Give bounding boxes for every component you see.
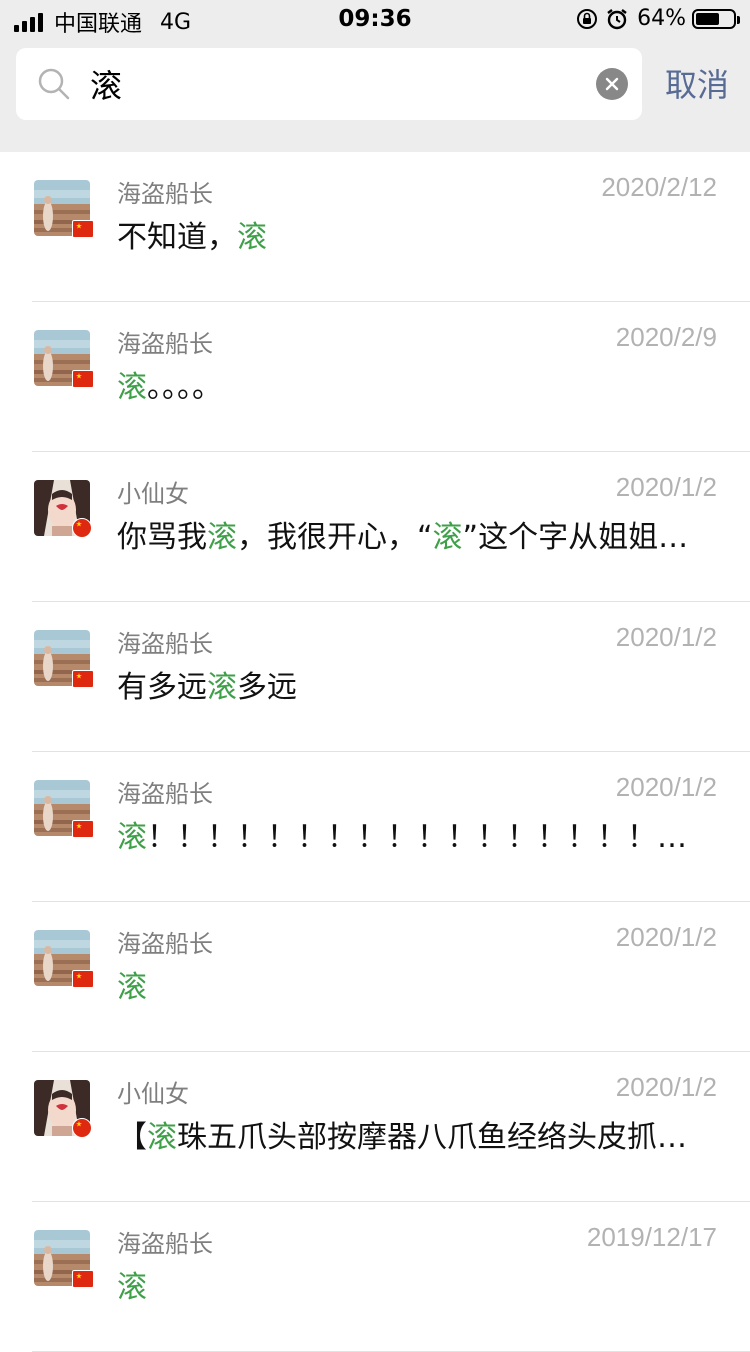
flag-badge-icon xyxy=(72,220,94,238)
search-icon xyxy=(38,68,70,100)
message-date: 2020/1/2 xyxy=(615,622,717,652)
sender-name: 海盗船长 xyxy=(117,630,213,658)
message-snippet: 有多远滚多远 xyxy=(117,662,707,706)
sender-name: 海盗船长 xyxy=(117,180,213,208)
flag-badge-icon xyxy=(72,670,94,688)
list-item[interactable]: 小仙女 2020/1/2 你骂我滚，我很开心，“滚”这个字从姐姐… xyxy=(0,452,750,602)
flag-badge-icon xyxy=(72,820,94,838)
alarm-icon xyxy=(607,8,627,29)
snippet-text: 不知道， xyxy=(117,220,237,255)
sender-name: 海盗船长 xyxy=(117,780,213,808)
message-snippet: 不知道，滚 xyxy=(117,212,707,256)
snippet-text: 有多远 xyxy=(117,670,207,705)
message-snippet: 【滚珠五爪头部按摩器八爪鱼经络头皮抓… xyxy=(117,1112,707,1156)
keyword-highlight: 滚 xyxy=(117,970,147,1005)
keyword-highlight: 滚 xyxy=(117,370,147,405)
flag-badge-icon xyxy=(72,1118,92,1138)
list-item[interactable]: 海盗船长 2020/2/9 滚。。。。 xyxy=(0,302,750,452)
message-snippet: 你骂我滚，我很开心，“滚”这个字从姐姐… xyxy=(117,512,707,556)
snippet-text: 【 xyxy=(117,1120,147,1155)
orientation-lock-icon xyxy=(577,8,598,29)
search-header: 中国联通 4G 09:36 64% 滚 取消 xyxy=(0,0,750,152)
message-date: 2019/12/17 xyxy=(586,1222,717,1252)
flag-badge-icon xyxy=(72,970,94,988)
list-item[interactable]: 小仙女 2020/1/2 【滚珠五爪头部按摩器八爪鱼经络头皮抓… xyxy=(0,1052,750,1202)
message-snippet: 滚 xyxy=(117,962,707,1006)
snippet-text: 。。。。 xyxy=(147,370,222,405)
message-date: 2020/1/2 xyxy=(615,1072,717,1102)
message-date: 2020/1/2 xyxy=(615,922,717,952)
snippet-text: 多远 xyxy=(237,670,297,705)
close-icon xyxy=(605,77,619,91)
snippet-text: ！！！！！！！！！！！！！！！！！… xyxy=(147,820,687,855)
search-input[interactable] xyxy=(90,60,590,108)
keyword-highlight: 滚 xyxy=(237,220,267,255)
list-item[interactable]: 海盗船长 2020/2/12 不知道，滚 xyxy=(0,152,750,302)
sender-name: 海盗船长 xyxy=(117,330,213,358)
list-item[interactable]: 海盗船长 2019/12/17 滚 xyxy=(0,1202,750,1352)
flag-badge-icon xyxy=(72,1270,94,1288)
keyword-highlight: 滚 xyxy=(147,1120,177,1155)
snippet-text: 你骂我 xyxy=(117,520,207,555)
list-item[interactable]: 海盗船长 2020/1/2 有多远滚多远 xyxy=(0,602,750,752)
message-date: 2020/2/9 xyxy=(615,322,717,352)
keyword-highlight: 滚 xyxy=(207,670,237,705)
snippet-text: ，我很开心，“ xyxy=(237,520,433,555)
keyword-highlight: 滚 xyxy=(117,820,147,855)
battery-icon xyxy=(692,8,740,29)
message-date: 2020/1/2 xyxy=(615,772,717,802)
message-snippet: 滚！！！！！！！！！！！！！！！！！… xyxy=(117,812,707,856)
keyword-highlight: 滚 xyxy=(117,1270,147,1305)
clear-search-button[interactable] xyxy=(596,68,628,100)
message-date: 2020/1/2 xyxy=(615,472,717,502)
battery-percent: 64% xyxy=(637,6,686,31)
search-bar[interactable] xyxy=(16,48,642,120)
flag-badge-icon xyxy=(72,518,92,538)
snippet-text: ”这个字从姐姐… xyxy=(462,520,689,555)
list-item[interactable]: 海盗船长 2020/1/2 滚！！！！！！！！！！！！！！！！！… xyxy=(0,752,750,902)
cancel-button[interactable]: 取消 xyxy=(665,60,729,106)
message-date: 2020/2/12 xyxy=(601,172,717,202)
search-results-list: 海盗船长 2020/2/12 不知道，滚 海盗船长 2020/2/9 滚。。。。 小仙女 20… xyxy=(0,152,750,1352)
sender-name: 海盗船长 xyxy=(117,1230,213,1258)
snippet-text: 珠五爪头部按摩器八爪鱼经络头皮抓… xyxy=(177,1120,687,1155)
status-bar: 中国联通 4G 09:36 64% xyxy=(0,0,750,40)
list-item[interactable]: 海盗船长 2020/1/2 滚 xyxy=(0,902,750,1052)
sender-name: 小仙女 xyxy=(117,480,189,508)
keyword-highlight: 滚 xyxy=(207,520,237,555)
flag-badge-icon xyxy=(72,370,94,388)
sender-name: 小仙女 xyxy=(117,1080,189,1108)
keyword-highlight: 滚 xyxy=(432,520,463,555)
message-snippet: 滚。。。。 xyxy=(117,362,707,406)
message-snippet: 滚 xyxy=(117,1262,707,1306)
sender-name: 海盗船长 xyxy=(117,930,213,958)
